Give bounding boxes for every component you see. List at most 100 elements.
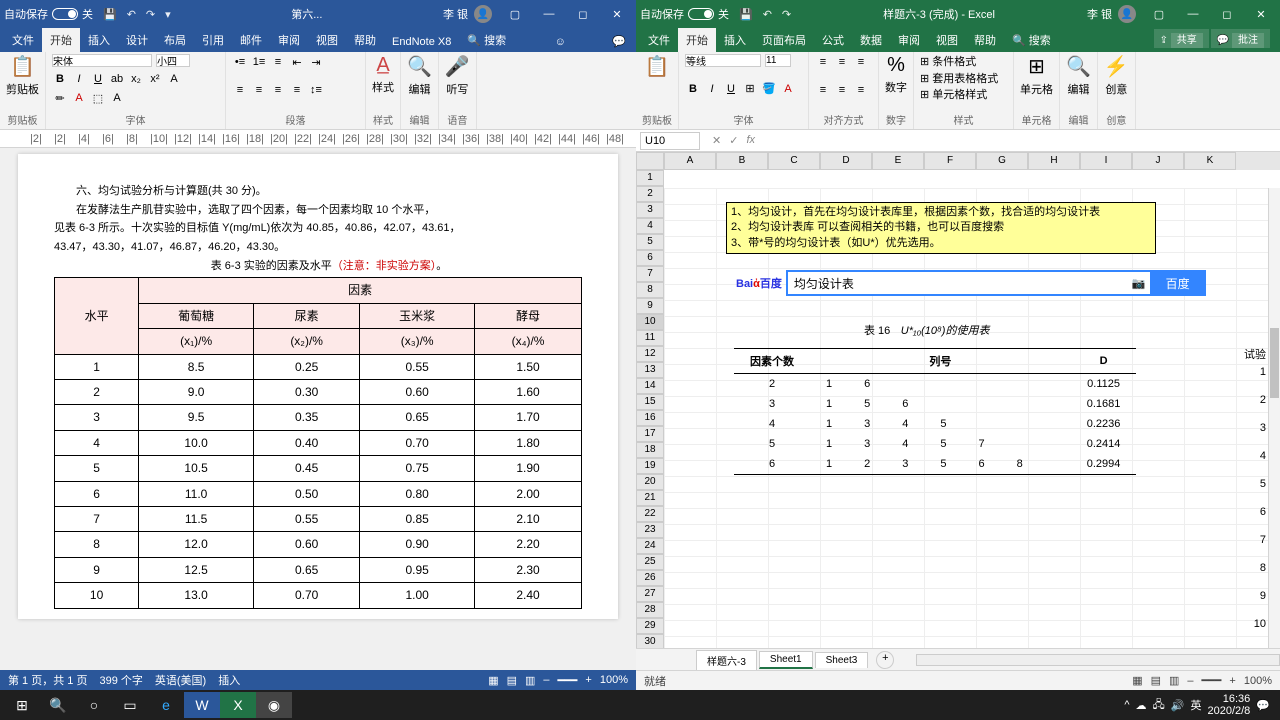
indent-dec-button[interactable]: ⇤ xyxy=(289,54,305,70)
underline-button[interactable]: U xyxy=(723,81,739,97)
tab-file[interactable]: 文件 xyxy=(4,28,42,52)
word-count[interactable]: 399 个字 xyxy=(99,672,142,688)
indent-inc-button[interactable]: ⇥ xyxy=(308,54,324,70)
styles-button[interactable]: A̲样式 xyxy=(372,54,394,95)
fx-icon[interactable]: fx xyxy=(746,134,755,147)
share-button[interactable]: ⇪ 共享 xyxy=(1154,29,1209,48)
view-break-icon[interactable]: ▥ xyxy=(1169,674,1179,687)
task-view-icon[interactable]: ▭ xyxy=(112,692,148,718)
highlight-button[interactable]: ✏ xyxy=(52,90,68,106)
paste-button[interactable]: 📋剪贴板 xyxy=(6,54,39,97)
comments-icon[interactable]: 💬 xyxy=(606,31,632,52)
comments-button[interactable]: 💬 批注 xyxy=(1211,29,1270,48)
cancel-icon[interactable]: ✕ xyxy=(712,134,721,147)
number-format-button[interactable]: %数字 xyxy=(885,54,907,95)
tab-view[interactable]: 视图 xyxy=(308,28,346,52)
row-headers[interactable]: 1234567891011121314151617181920212223242… xyxy=(636,170,664,648)
maximize-button[interactable]: ◻ xyxy=(1212,8,1242,21)
user-account[interactable]: 李 银👤 xyxy=(443,5,492,23)
subscript-button[interactable]: x₂ xyxy=(128,71,144,87)
zoom-out-button[interactable]: – xyxy=(1187,675,1193,687)
tab-layout[interactable]: 布局 xyxy=(156,28,194,52)
multilevel-button[interactable]: ≡ xyxy=(270,54,286,70)
font-name-combo[interactable] xyxy=(685,54,761,67)
tab-references[interactable]: 引用 xyxy=(194,28,232,52)
editing-button[interactable]: 🔍编辑 xyxy=(407,54,432,97)
ribbon-mode-icon[interactable]: ▢ xyxy=(1144,8,1174,21)
bold-button[interactable]: B xyxy=(52,71,68,87)
redo-icon[interactable]: ↷ xyxy=(146,8,155,21)
undo-icon[interactable]: ↶ xyxy=(127,8,136,21)
tab-view[interactable]: 视图 xyxy=(928,28,966,52)
tab-insert[interactable]: 插入 xyxy=(80,28,118,52)
search-box[interactable]: 🔍 搜索 xyxy=(1004,28,1059,52)
redo-icon[interactable]: ↷ xyxy=(782,8,791,21)
tab-help[interactable]: 帮助 xyxy=(346,28,384,52)
tab-home[interactable]: 开始 xyxy=(678,28,716,52)
autosave-toggle[interactable]: 自动保存关 xyxy=(640,6,729,22)
page-count[interactable]: 第 1 页，共 1 页 xyxy=(8,672,87,688)
tray-chevron-icon[interactable]: ^ xyxy=(1124,699,1129,711)
tab-design[interactable]: 设计 xyxy=(118,28,156,52)
minimize-button[interactable]: ― xyxy=(534,8,564,21)
qat-more-icon[interactable]: ▾ xyxy=(165,8,171,21)
edge-icon[interactable]: e xyxy=(148,692,184,718)
undo-icon[interactable]: ↶ xyxy=(763,8,772,21)
align-right-button[interactable]: ≡ xyxy=(853,82,869,98)
volume-icon[interactable]: 🔊 xyxy=(1171,699,1185,712)
notifications-icon[interactable]: 💬 xyxy=(1256,699,1270,712)
align-left-button[interactable]: ≡ xyxy=(815,82,831,98)
tab-home[interactable]: 开始 xyxy=(42,28,80,52)
font-size-combo[interactable] xyxy=(156,54,190,67)
cells-button[interactable]: ⊞单元格 xyxy=(1020,54,1053,97)
ideas-button[interactable]: ⚡创意 xyxy=(1104,54,1129,97)
view-print-icon[interactable]: ▦ xyxy=(488,674,498,687)
onedrive-icon[interactable]: ☁ xyxy=(1136,699,1147,712)
underline-button[interactable]: U xyxy=(90,71,106,87)
search-box[interactable]: 🔍 搜索 xyxy=(459,28,514,52)
font-name-combo[interactable] xyxy=(52,54,152,67)
close-button[interactable]: ✕ xyxy=(1246,8,1276,21)
align-bottom-button[interactable]: ≡ xyxy=(853,54,869,70)
zoom-in-button[interactable]: + xyxy=(585,674,591,686)
view-read-icon[interactable]: ▤ xyxy=(507,674,517,687)
fill-color-button[interactable]: 🪣 xyxy=(761,81,777,97)
paste-button[interactable]: 📋 xyxy=(642,54,672,79)
sheet-tab-3[interactable]: Sheet3 xyxy=(815,652,869,668)
save-icon[interactable]: 💾 xyxy=(739,8,753,21)
tab-file[interactable]: 文件 xyxy=(640,28,678,52)
font-color-button[interactable]: A xyxy=(71,90,87,106)
start-button[interactable]: ⊞ xyxy=(4,692,40,718)
format-as-table-button[interactable]: ⊞ 套用表格格式 xyxy=(920,71,1007,88)
strike-button[interactable]: ab xyxy=(109,71,125,87)
insert-mode[interactable]: 插入 xyxy=(218,672,240,688)
bullets-button[interactable]: •≡ xyxy=(232,54,248,70)
obs-icon[interactable]: ◉ xyxy=(256,692,292,718)
align-center-button[interactable]: ≡ xyxy=(251,82,267,98)
cells-grid[interactable]: 1、均匀设计，首先在均匀设计表库里，根据因素个数，找合适的均匀设计表 2、均匀设… xyxy=(664,188,1280,648)
tab-formulas[interactable]: 公式 xyxy=(814,28,852,52)
formula-input[interactable] xyxy=(767,132,1276,150)
add-sheet-button[interactable]: + xyxy=(876,651,894,669)
minimize-button[interactable]: ― xyxy=(1178,8,1208,21)
align-left-button[interactable]: ≡ xyxy=(232,82,248,98)
close-button[interactable]: ✕ xyxy=(602,8,632,21)
tab-review[interactable]: 审阅 xyxy=(270,28,308,52)
align-right-button[interactable]: ≡ xyxy=(270,82,286,98)
tab-help[interactable]: 帮助 xyxy=(966,28,1004,52)
baidu-search-button[interactable]: 百度 xyxy=(1150,270,1206,296)
search-icon[interactable]: 🔍 xyxy=(40,692,76,718)
horizontal-scrollbar[interactable] xyxy=(916,654,1280,666)
vertical-scrollbar[interactable] xyxy=(1268,188,1280,648)
tab-review[interactable]: 审阅 xyxy=(890,28,928,52)
align-middle-button[interactable]: ≡ xyxy=(834,54,850,70)
italic-button[interactable]: I xyxy=(71,71,87,87)
border-button[interactable]: ⊞ xyxy=(742,81,758,97)
word-taskbar-icon[interactable]: W xyxy=(184,692,220,718)
maximize-button[interactable]: ◻ xyxy=(568,8,598,21)
horizontal-ruler[interactable]: |2||2||4||6||8||10||12||14||16||18||20||… xyxy=(0,130,636,148)
cortana-icon[interactable]: ○ xyxy=(76,692,112,718)
align-center-button[interactable]: ≡ xyxy=(834,82,850,98)
zoom-in-button[interactable]: + xyxy=(1229,675,1235,687)
sheet-tab-1[interactable]: 样题六-3 xyxy=(696,650,757,670)
